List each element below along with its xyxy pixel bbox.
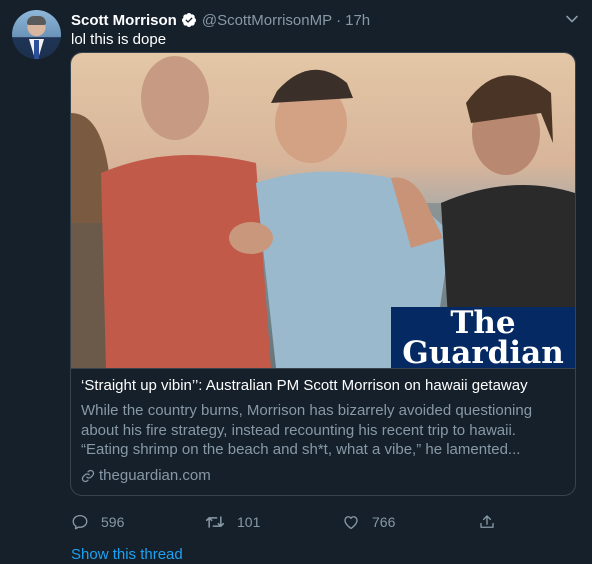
author-handle[interactable]: @ScottMorrisonMP (202, 12, 332, 29)
like-button[interactable]: 766 (342, 511, 395, 533)
reply-count: 596 (101, 514, 125, 530)
retweet-icon (205, 516, 225, 528)
share-button[interactable] (478, 511, 508, 533)
separator-dot: · (336, 11, 342, 29)
card-body[interactable]: ‘Straight up vibin’’: Australian PM Scot… (71, 368, 575, 495)
like-icon (344, 516, 358, 530)
guardian-logo-line2: Guardian (402, 335, 564, 369)
retweet-count: 101 (237, 514, 261, 530)
verified-badge-icon (181, 12, 197, 28)
card-title: ‘Straight up vibin’’: Australian PM Scot… (81, 377, 528, 394)
card-image: The Guardian (71, 53, 575, 368)
card-description: While the country burns, Morrison has bi… (81, 402, 533, 458)
avatar[interactable] (12, 10, 61, 59)
card-domain: theguardian.com (81, 467, 211, 484)
share-icon (480, 515, 494, 528)
tweet-header: Scott Morrison @ScottMorrisonMP · 17h (71, 11, 370, 29)
avatar-hair (27, 16, 46, 25)
reply-icon (72, 514, 88, 530)
card-domain-text: theguardian.com (99, 467, 211, 484)
guardian-logo: The Guardian (391, 307, 575, 368)
tweet-text: lol this is dope (71, 31, 167, 48)
avatar-tie (34, 40, 39, 59)
author-name[interactable]: Scott Morrison (71, 12, 177, 29)
like-count: 766 (372, 514, 396, 530)
tweet-timestamp[interactable]: 17h (345, 12, 370, 29)
chevron-down-icon[interactable] (565, 12, 579, 26)
link-icon (81, 469, 95, 482)
link-card[interactable]: The Guardian ‘Straight up vibin’’: Austr… (70, 52, 576, 496)
reply-button[interactable]: 596 (71, 511, 124, 533)
show-thread-link[interactable]: Show this thread (71, 546, 183, 563)
retweet-button[interactable]: 101 (205, 511, 260, 533)
